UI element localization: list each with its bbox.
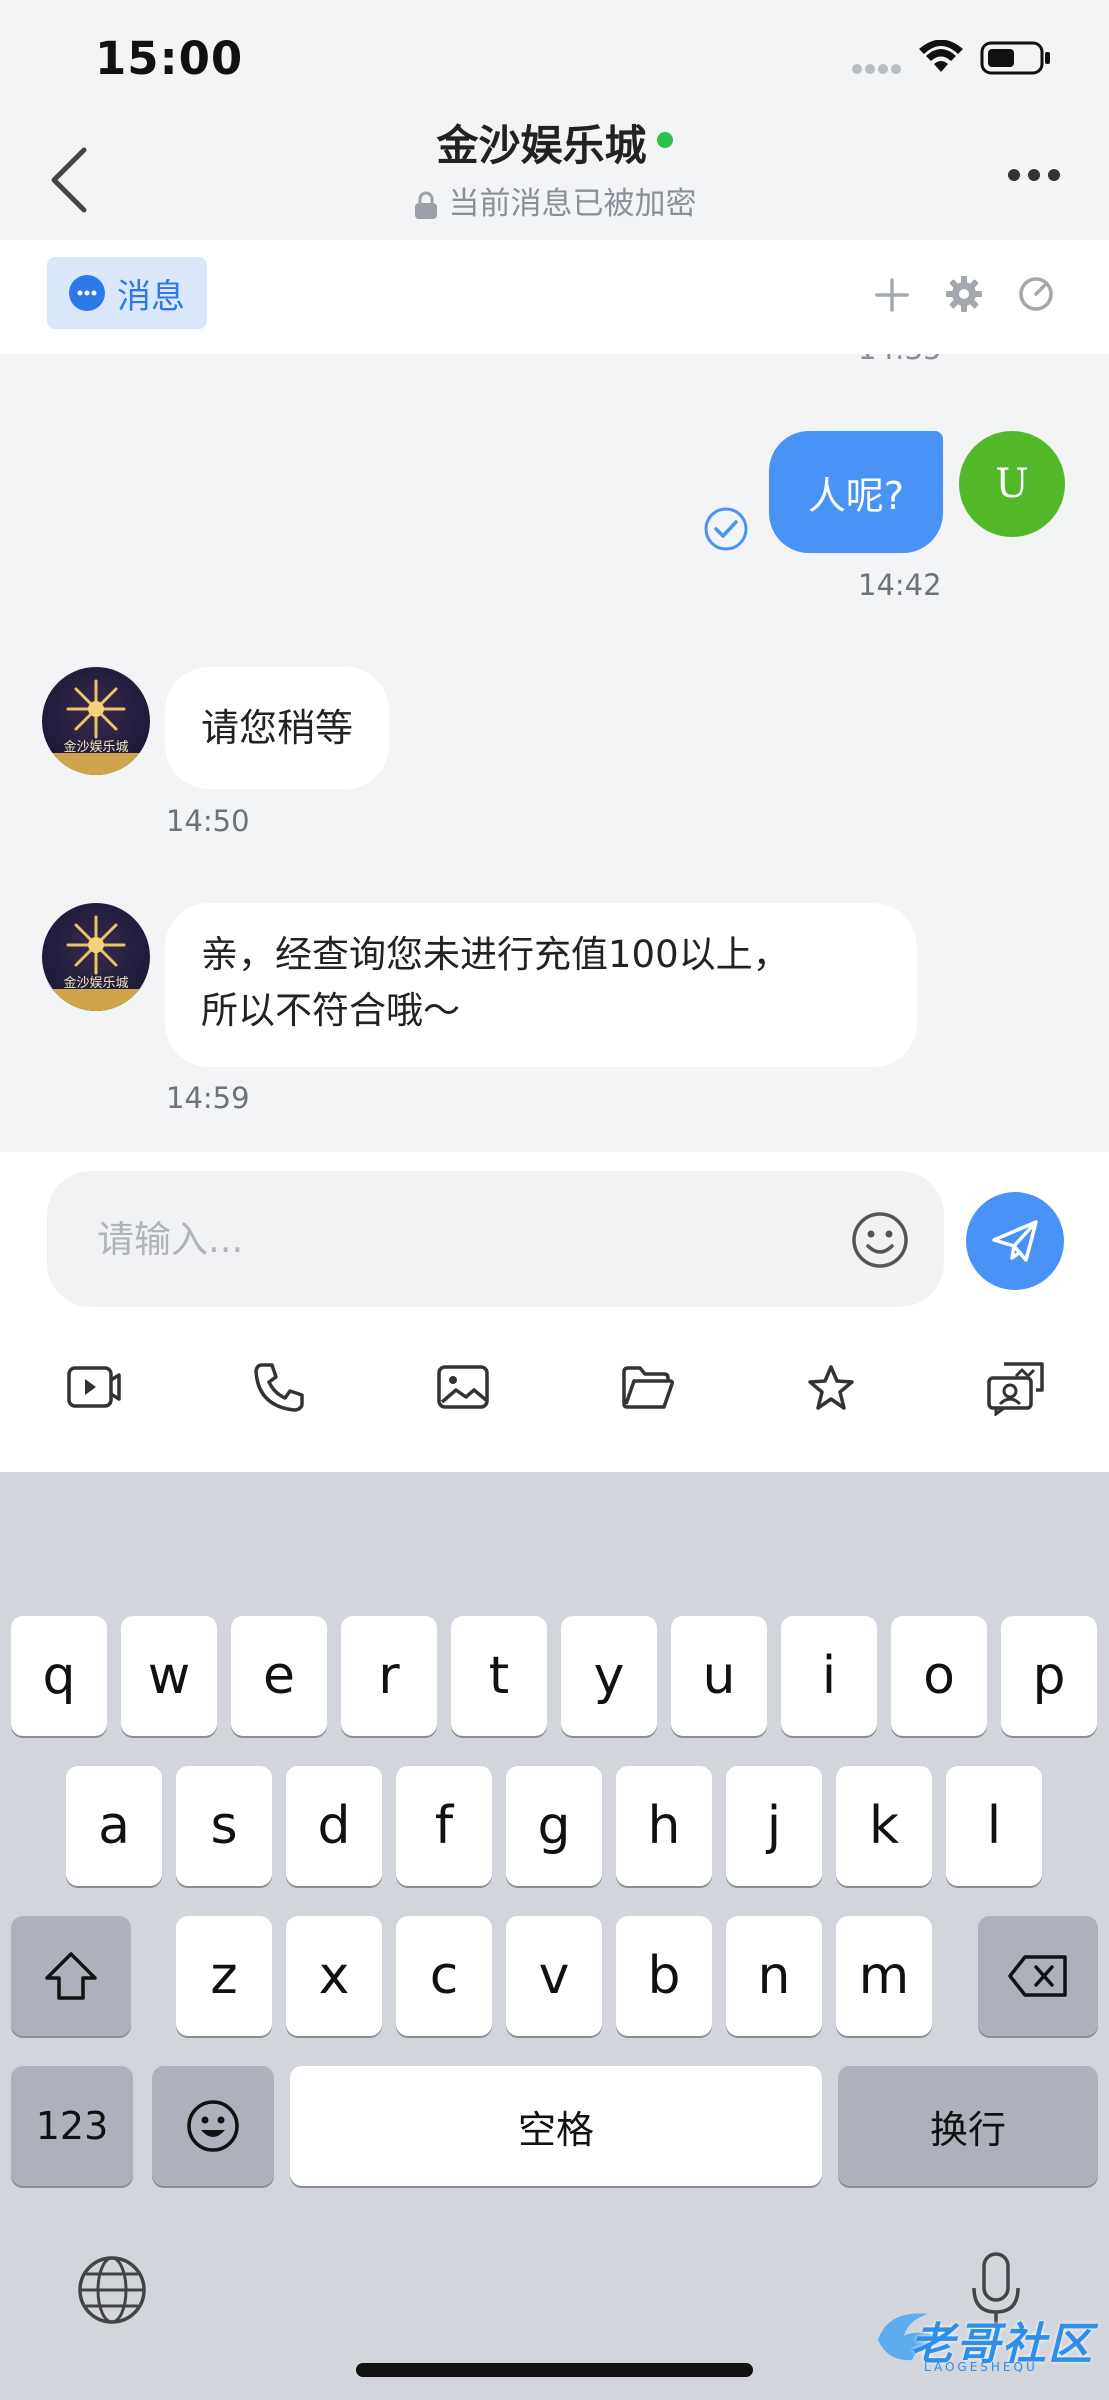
avatar-caption: 金沙娱乐城 xyxy=(63,976,129,991)
contact-avatar[interactable]: 金沙娱乐城 xyxy=(42,903,150,1011)
message-text: 人呢? xyxy=(807,473,905,518)
emoji-icon xyxy=(187,2100,239,2152)
contact-avatar[interactable]: 金沙娱乐城 xyxy=(42,667,150,775)
incoming-message-bubble[interactable]: 请您稍等 xyxy=(165,667,390,789)
phone-icon[interactable] xyxy=(252,1360,306,1418)
gear-icon[interactable] xyxy=(944,274,984,318)
key-f[interactable]: f xyxy=(396,1766,492,1886)
key-b[interactable]: b xyxy=(616,1916,712,2036)
add-icon[interactable] xyxy=(873,276,911,318)
key-g[interactable]: g xyxy=(506,1766,602,1886)
tab-messages-label: 消息 xyxy=(117,276,185,317)
key-o[interactable]: o xyxy=(891,1616,987,1736)
key-i[interactable]: i xyxy=(781,1616,877,1736)
key-k[interactable]: k xyxy=(836,1766,932,1886)
watermark-logo: 老哥社区 LAOGESHEQU xyxy=(868,2300,1098,2380)
key-p[interactable]: p xyxy=(1001,1616,1097,1736)
key-t[interactable]: t xyxy=(451,1616,547,1736)
emoji-keyboard-key[interactable] xyxy=(152,2066,274,2186)
key-v[interactable]: v xyxy=(506,1916,602,2036)
message-input[interactable] xyxy=(47,1171,944,1307)
chat-title: 金沙娱乐城 xyxy=(0,112,1109,173)
tab-messages[interactable]: 消息 xyxy=(47,257,207,329)
user-avatar-initial: U xyxy=(995,461,1029,507)
message-timestamp: 14:59 xyxy=(166,1081,250,1115)
folder-icon[interactable] xyxy=(620,1364,676,1414)
key-m[interactable]: m xyxy=(836,1916,932,2036)
message-timestamp: 14:42 xyxy=(858,568,942,602)
message-timestamp: 14:50 xyxy=(166,804,250,838)
encryption-notice: 当前消息已被加密 xyxy=(0,178,1109,223)
more-options-button[interactable] xyxy=(1004,160,1064,190)
key-y[interactable]: y xyxy=(561,1616,657,1736)
keyboard: q w e r t y u i o p a s d f g h j k l z … xyxy=(0,1472,1109,2400)
send-button[interactable] xyxy=(966,1192,1064,1290)
message-text-line: 所以不符合哦～ xyxy=(201,989,460,1032)
home-indicator[interactable] xyxy=(356,2363,753,2377)
space-key[interactable]: 空格 xyxy=(290,2066,822,2186)
video-icon[interactable] xyxy=(66,1362,122,1416)
lock-icon xyxy=(414,191,437,219)
star-icon[interactable] xyxy=(806,1364,856,1416)
message-text-line: 亲，经查询您未进行充值100以上， xyxy=(201,933,790,976)
screenshot-chat-icon[interactable] xyxy=(986,1360,1046,1420)
key-x[interactable]: x xyxy=(286,1916,382,2036)
key-n[interactable]: n xyxy=(726,1916,822,2036)
battery-icon xyxy=(980,41,1052,79)
image-icon[interactable] xyxy=(436,1364,490,1414)
avatar-caption: 金沙娱乐城 xyxy=(63,740,129,755)
speed-gauge-icon[interactable] xyxy=(1016,274,1056,318)
status-bar: 15:00 xyxy=(0,0,1109,118)
key-h[interactable]: h xyxy=(616,1766,712,1886)
wifi-icon xyxy=(918,39,964,78)
outgoing-message-bubble[interactable]: 人呢? xyxy=(769,431,943,553)
key-w[interactable]: w xyxy=(121,1616,217,1736)
partial-timestamp: 14:35 xyxy=(858,354,942,366)
watermark-subtext: LAOGESHEQU xyxy=(924,2360,1038,2374)
user-avatar[interactable]: U xyxy=(959,431,1065,537)
backspace-icon xyxy=(1008,1955,1067,1997)
key-l[interactable]: l xyxy=(946,1766,1042,1886)
key-z[interactable]: z xyxy=(176,1916,272,2036)
numbers-key[interactable]: 123 xyxy=(11,2066,133,2186)
status-time: 15:00 xyxy=(95,32,244,85)
key-r[interactable]: r xyxy=(341,1616,437,1736)
chat-bubble-icon xyxy=(69,275,105,311)
message-list[interactable]: 14:35 人呢? U 14:42 金沙娱乐城 请您稍等 14:50 xyxy=(0,354,1109,1152)
shift-arrow-icon xyxy=(45,1952,97,2000)
message-text: 请您稍等 xyxy=(201,706,354,750)
signal-icon xyxy=(852,60,902,74)
key-u[interactable]: u xyxy=(671,1616,767,1736)
key-e[interactable]: e xyxy=(231,1616,327,1736)
incoming-message-bubble[interactable]: 亲，经查询您未进行充值100以上， 所以不符合哦～ xyxy=(165,903,917,1067)
key-a[interactable]: a xyxy=(66,1766,162,1886)
encryption-text: 当前消息已被加密 xyxy=(448,186,697,222)
key-d[interactable]: d xyxy=(286,1766,382,1886)
emoji-icon[interactable] xyxy=(850,1210,910,1274)
return-key[interactable]: 换行 xyxy=(838,2066,1098,2186)
key-j[interactable]: j xyxy=(726,1766,822,1886)
key-s[interactable]: s xyxy=(176,1766,272,1886)
delete-key[interactable] xyxy=(978,1916,1098,2036)
key-c[interactable]: c xyxy=(396,1916,492,2036)
chat-title-text: 金沙娱乐城 xyxy=(436,121,647,170)
shift-key[interactable] xyxy=(11,1916,131,2036)
key-q[interactable]: q xyxy=(11,1616,107,1736)
read-receipt-icon xyxy=(703,506,749,556)
globe-icon[interactable] xyxy=(76,2254,148,2330)
paper-plane-icon xyxy=(992,1220,1038,1262)
online-status-dot xyxy=(656,132,673,148)
